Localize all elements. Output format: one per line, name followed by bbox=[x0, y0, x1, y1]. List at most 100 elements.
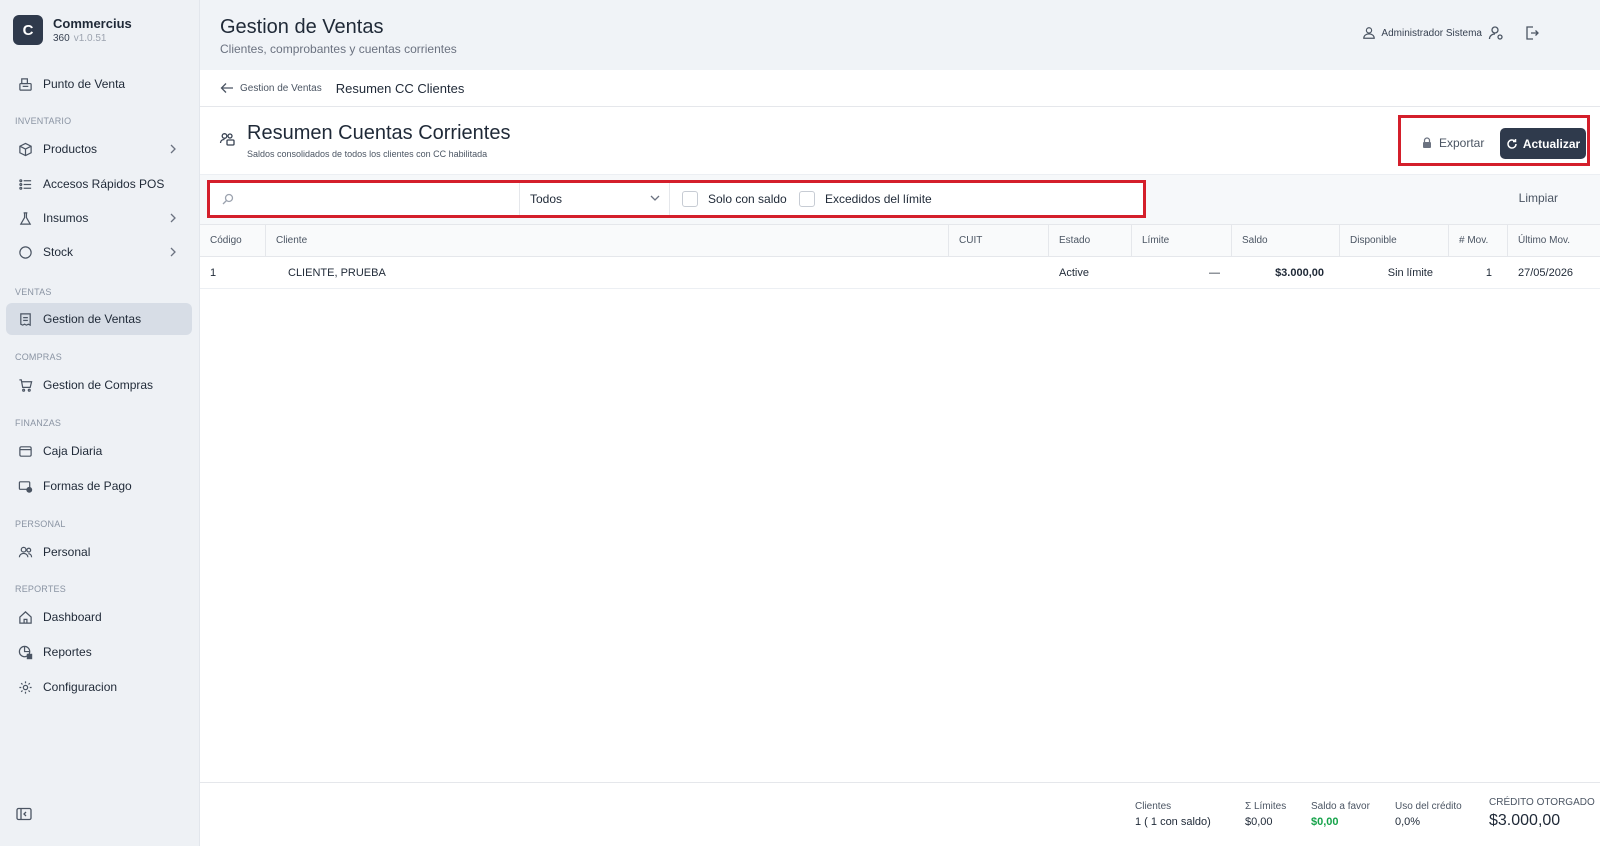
users-icon bbox=[17, 544, 33, 560]
stat-label: CRÉDITO OTORGADO bbox=[1489, 797, 1595, 808]
lock-icon bbox=[1423, 137, 1431, 148]
column-header[interactable]: Estado bbox=[1049, 225, 1132, 256]
column-header[interactable]: Código bbox=[200, 225, 266, 256]
column-header[interactable]: CUIT bbox=[949, 225, 1049, 256]
sidebar-item-insumos[interactable]: Insumos bbox=[6, 202, 192, 234]
page-subtitle: Clientes, comprobantes y cuentas corrien… bbox=[220, 42, 457, 56]
sidebar-item-label: Insumos bbox=[43, 211, 89, 225]
sidebar-item-label: Punto de Venta bbox=[43, 77, 126, 91]
actions-highlight: Exportar Actualizar bbox=[1398, 115, 1590, 166]
sidebar-item-accesos[interactable]: Accesos Rápidos POS bbox=[6, 168, 192, 200]
section-inventario: INVENTARIO bbox=[15, 116, 72, 126]
section-title: Resumen Cuentas Corrientes bbox=[247, 122, 511, 144]
cell-movements: 1 bbox=[1485, 266, 1492, 279]
sidebar-item-stock[interactable]: Stock bbox=[6, 236, 192, 268]
column-header[interactable]: Límite bbox=[1132, 225, 1232, 256]
sidebar-collapse-icon[interactable] bbox=[16, 807, 32, 821]
list-icon bbox=[17, 176, 33, 192]
cell-limit: — bbox=[1209, 266, 1220, 279]
filter-bar: Todos Solo con saldo Excedidos del límit… bbox=[200, 175, 1600, 225]
stat-value: $0,00 bbox=[1311, 816, 1339, 828]
flask-icon bbox=[17, 210, 33, 226]
only-balance-label: Solo con saldo bbox=[708, 192, 787, 206]
cart-icon bbox=[17, 377, 33, 393]
sidebar-item-label: Stock bbox=[43, 245, 74, 259]
section-ventas: VENTAS bbox=[15, 287, 52, 297]
sidebar-item-gestion-ventas[interactable]: Gestion de Ventas bbox=[6, 303, 192, 335]
arrow-left-icon bbox=[220, 83, 233, 93]
stat-value: 1 ( 1 con saldo) bbox=[1135, 816, 1211, 828]
home-icon bbox=[17, 609, 33, 625]
breadcrumb-parent: Gestion de Ventas bbox=[240, 82, 322, 94]
search-icon bbox=[222, 193, 234, 205]
sidebar-item-label: Accesos Rápidos POS bbox=[43, 177, 165, 191]
cell-last-movement: 27/05/2026 bbox=[1518, 266, 1574, 279]
stat-limits: Σ Límites $0,00 bbox=[1245, 801, 1286, 828]
table-row[interactable]: 1 CLIENTE, PRUEBA Active — $3.000,00 Sin… bbox=[200, 257, 1600, 289]
brand-name: Commercius bbox=[53, 16, 132, 31]
box-icon bbox=[17, 141, 33, 157]
section-reportes: REPORTES bbox=[15, 584, 66, 594]
cash-register-icon bbox=[17, 76, 33, 92]
search-input[interactable] bbox=[242, 192, 512, 206]
stat-value: $0,00 bbox=[1245, 816, 1273, 828]
user-icon bbox=[1363, 27, 1376, 39]
cell-available: Sin límite bbox=[1387, 266, 1433, 279]
page-title: Gestion de Ventas bbox=[220, 16, 384, 38]
status-select[interactable]: Todos bbox=[520, 183, 670, 215]
cell-status: Active bbox=[1059, 266, 1089, 279]
sidebar-item-dashboard[interactable]: Dashboard bbox=[6, 601, 192, 633]
filters-highlight: Todos Solo con saldo Excedidos del límit… bbox=[207, 180, 1146, 218]
sidebar-item-productos[interactable]: Productos bbox=[6, 133, 192, 165]
column-header[interactable]: Último Mov. bbox=[1508, 225, 1600, 256]
refresh-icon bbox=[1507, 138, 1517, 149]
user-name: Administrador Sistema bbox=[1381, 27, 1482, 39]
gear-icon bbox=[17, 679, 33, 695]
sidebar-item-caja-diaria[interactable]: Caja Diaria bbox=[6, 435, 192, 467]
refresh-button[interactable]: Actualizar bbox=[1500, 128, 1586, 159]
sidebar-item-formas-pago[interactable]: Formas de Pago bbox=[6, 470, 192, 502]
stat-label: Clientes bbox=[1135, 801, 1172, 812]
exceeded-limit-label: Excedidos del límite bbox=[825, 192, 932, 206]
sidebar-item-punto-de-venta[interactable]: Punto de Venta bbox=[6, 68, 192, 100]
export-button[interactable]: Exportar bbox=[1421, 130, 1484, 156]
column-header[interactable]: Cliente bbox=[266, 225, 949, 256]
stat-credit-balance: Saldo a favor $0,00 bbox=[1311, 801, 1370, 828]
table-header: Código Cliente CUIT Estado Límite Saldo … bbox=[200, 225, 1600, 257]
exceeded-limit-checkbox[interactable]: Excedidos del límite bbox=[799, 183, 932, 215]
chevron-right-icon bbox=[170, 247, 176, 257]
column-header[interactable]: Disponible bbox=[1340, 225, 1449, 256]
export-label: Exportar bbox=[1439, 136, 1485, 150]
section-finanzas: FINANZAS bbox=[15, 418, 62, 428]
cell-cuit bbox=[949, 257, 1049, 288]
sidebar-item-label: Gestion de Compras bbox=[43, 378, 154, 392]
breadcrumb-current: Resumen CC Clientes bbox=[335, 80, 465, 96]
brand-logo: C bbox=[13, 15, 43, 45]
sidebar-item-label: Configuracion bbox=[43, 680, 118, 694]
sidebar-item-gestion-compras[interactable]: Gestion de Compras bbox=[6, 369, 192, 401]
column-header[interactable]: Saldo bbox=[1232, 225, 1340, 256]
accounts-table: Código Cliente CUIT Estado Límite Saldo … bbox=[200, 225, 1600, 289]
column-header[interactable]: # Mov. bbox=[1449, 225, 1508, 256]
wallet-icon bbox=[17, 443, 33, 459]
user-menu[interactable]: Administrador Sistema bbox=[1362, 26, 1482, 40]
only-balance-checkbox[interactable]: Solo con saldo bbox=[682, 183, 787, 215]
clear-filters-button[interactable]: Limpiar bbox=[1519, 191, 1558, 205]
sidebar-item-reportes[interactable]: Reportes bbox=[6, 636, 192, 668]
sidebar-item-personal[interactable]: Personal bbox=[6, 536, 192, 568]
section-header: Resumen Cuentas Corrientes Saldos consol… bbox=[200, 107, 1600, 175]
user-settings-icon[interactable] bbox=[1488, 25, 1504, 41]
checkbox-box[interactable] bbox=[799, 191, 815, 207]
cell-balance: $3.000,00 bbox=[1275, 266, 1324, 279]
brand-sub: 360 bbox=[53, 33, 70, 44]
breadcrumb-back-link[interactable]: Gestion de Ventas bbox=[220, 82, 322, 94]
sidebar-item-configuracion[interactable]: Configuracion bbox=[6, 671, 192, 703]
section-compras: COMPRAS bbox=[15, 352, 62, 362]
stat-value: $3.000,00 bbox=[1489, 812, 1561, 829]
section-subtitle: Saldos consolidados de todos los cliente… bbox=[247, 149, 488, 159]
cell-client: CLIENTE, PRUEBA bbox=[288, 266, 386, 279]
logout-icon[interactable] bbox=[1524, 25, 1540, 41]
brand: C Commercius 360 v1.0.51 bbox=[13, 15, 132, 45]
stat-clients: Clientes 1 ( 1 con saldo) bbox=[1135, 801, 1211, 828]
checkbox-box[interactable] bbox=[682, 191, 698, 207]
